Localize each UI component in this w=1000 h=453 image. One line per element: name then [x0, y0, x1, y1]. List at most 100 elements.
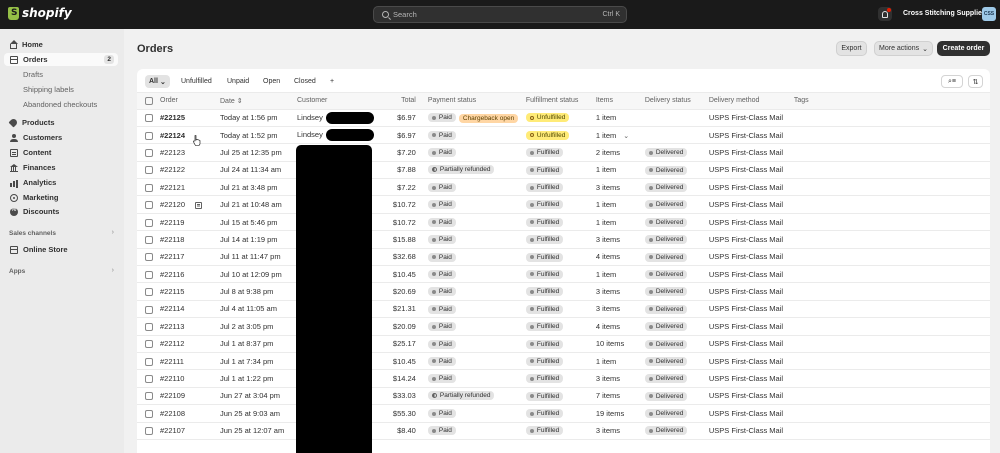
row-select-cell[interactable] [137, 178, 160, 197]
order-number[interactable]: #22115 [160, 287, 184, 296]
order-number-cell[interactable]: #22109 [160, 387, 220, 406]
apps-heading[interactable]: Apps [9, 268, 25, 275]
table-row[interactable]: #22107 Jun 25 at 12:07 am $8.40 Paid Fulfill… [137, 422, 990, 440]
order-number[interactable]: #22108 [160, 409, 185, 418]
order-number[interactable]: #22121 [160, 183, 185, 192]
row-checkbox[interactable] [145, 375, 153, 384]
tab-unfulfilled[interactable]: Unfulfilled [177, 75, 216, 88]
chevron-right-icon[interactable]: › [112, 267, 114, 274]
row-checkbox[interactable] [145, 201, 153, 210]
row-select-cell[interactable] [137, 282, 160, 301]
order-number-cell[interactable]: #22108 [160, 404, 220, 423]
row-select-cell[interactable] [137, 335, 160, 353]
row-select-cell[interactable] [137, 230, 160, 249]
row-checkbox[interactable] [145, 131, 153, 140]
order-number[interactable]: #22111 [160, 357, 184, 366]
row-checkbox[interactable] [145, 427, 153, 436]
order-number-cell[interactable]: #22123 [160, 143, 220, 162]
order-number-cell[interactable]: #22118 [160, 230, 220, 249]
row-checkbox[interactable] [145, 392, 153, 401]
sidebar-item-marketing[interactable]: Marketing [4, 191, 118, 204]
table-row[interactable]: #22113 Jul 2 at 3:05 pm $20.09 Paid Fulfille… [137, 317, 990, 336]
tab-closed[interactable]: Closed [290, 75, 320, 88]
row-checkbox[interactable] [145, 357, 153, 366]
row-select-cell[interactable] [137, 404, 160, 423]
table-row[interactable]: #22109 Jun 27 at 3:04 pm $33.03 Partially r… [137, 387, 990, 406]
row-select-cell[interactable] [137, 143, 160, 162]
row-checkbox[interactable] [145, 322, 153, 331]
sidebar-item-analytics[interactable]: Analytics [4, 176, 118, 189]
table-row[interactable]: #22108 Jun 25 at 9:03 am $55.30 Paid Fulfill… [137, 404, 990, 423]
row-select-cell[interactable] [137, 300, 160, 319]
sidebar-subitem-abandoned-checkouts[interactable]: Abandoned checkouts [23, 100, 97, 109]
tab-unpaid[interactable]: Unpaid [223, 75, 253, 88]
table-row[interactable]: #22118 Jul 14 at 1:19 pm $15.88 Paid Fulfill… [137, 230, 990, 249]
store-name[interactable]: Cross Stitching Supplies [903, 10, 986, 17]
table-row[interactable]: #22119 Jul 15 at 5:46 pm $10.72 Paid Fulfill… [137, 213, 990, 232]
table-row[interactable]: #22110 Jul 1 at 1:22 pm $14.24 Paid Fulfille… [137, 369, 990, 388]
more-actions-button[interactable]: More actions ⌄ [874, 41, 933, 56]
table-row[interactable]: #22115 Jul 8 at 9:38 pm $20.69 Paid Fulfille… [137, 282, 990, 301]
sidebar-item-products[interactable]: Products [4, 116, 118, 129]
customer-cell[interactable]: Lindsey [297, 126, 374, 145]
row-select-cell[interactable] [137, 126, 160, 145]
shopify-logo[interactable]: shopify [8, 6, 72, 20]
notifications-button[interactable] [878, 7, 892, 21]
sidebar-item-customers[interactable]: Customers [4, 131, 118, 144]
tab-open[interactable]: Open [259, 75, 284, 88]
row-checkbox[interactable] [145, 253, 153, 262]
row-checkbox[interactable] [145, 235, 153, 244]
row-select-cell[interactable] [137, 387, 160, 406]
order-number[interactable]: #22113 [160, 322, 184, 331]
row-select-cell[interactable] [137, 109, 160, 127]
order-number[interactable]: #22107 [160, 426, 185, 435]
sort-button[interactable]: ⇅ [968, 75, 983, 88]
order-number[interactable]: #22118 [160, 235, 184, 244]
table-row[interactable]: #22122 Jul 24 at 11:34 am $7.88 Partially r… [137, 161, 990, 180]
sidebar-item-online-store[interactable]: Online Store [4, 243, 118, 256]
add-view-button[interactable]: + [326, 75, 338, 88]
row-select-cell[interactable] [137, 369, 160, 388]
order-number[interactable]: #22116 [160, 270, 184, 279]
order-number-cell[interactable]: #22121 [160, 178, 220, 197]
table-row[interactable]: #22116 Jul 10 at 12:09 pm $10.45 Paid Fulfil… [137, 265, 990, 284]
row-select-cell[interactable] [137, 352, 160, 371]
order-number[interactable]: #22110 [160, 374, 184, 383]
order-number-cell[interactable]: #22117 [160, 248, 220, 267]
store-avatar[interactable]: CSS [982, 7, 996, 21]
customer-cell[interactable]: Lindsey [297, 109, 374, 127]
row-select-cell[interactable] [137, 317, 160, 336]
order-number-cell[interactable]: #22112 [160, 335, 220, 353]
order-number-cell[interactable]: #22115 [160, 282, 220, 301]
sidebar-item-discounts[interactable]: Discounts [4, 205, 118, 218]
order-number-cell[interactable]: #22114 [160, 300, 220, 319]
table-row[interactable]: #22121 Jul 21 at 3:48 pm $7.22 Paid Fulfille… [137, 178, 990, 197]
sidebar-item-home[interactable]: Home [4, 38, 118, 51]
order-number[interactable]: #22117 [160, 252, 184, 261]
order-number-cell[interactable]: #22110 [160, 369, 220, 388]
row-checkbox[interactable] [145, 114, 153, 123]
order-number-cell[interactable]: #22122 [160, 161, 220, 180]
sales-channels-heading[interactable]: Sales channels [9, 230, 56, 237]
search-filter-button[interactable]: ⌕≡ [941, 75, 963, 88]
order-number-cell[interactable]: #22113 [160, 317, 220, 336]
customer-name[interactable]: Lindsey [297, 113, 323, 122]
column-header-date[interactable]: Date ⇕ [220, 93, 297, 110]
create-order-button[interactable]: Create order [937, 41, 990, 56]
tab-all[interactable]: All ⌄ [145, 75, 170, 88]
order-number[interactable]: #22124 [160, 131, 185, 140]
row-checkbox[interactable] [145, 166, 153, 175]
row-checkbox[interactable] [145, 305, 153, 314]
row-select-cell[interactable] [137, 195, 160, 214]
table-row[interactable]: #22111 Jul 1 at 7:34 pm $10.45 Paid Fulfille… [137, 352, 990, 371]
items-cell[interactable]: 1 item ⌄ [595, 126, 645, 145]
chevron-down-icon[interactable]: ⌄ [623, 132, 629, 140]
sidebar-subitem-shipping-labels[interactable]: Shipping labels [23, 85, 74, 94]
sidebar-item-orders[interactable]: Orders 2 [4, 53, 118, 66]
table-row[interactable]: #22124 Today at 1:52 pm Lindsey $6.97 Paid Un… [137, 126, 990, 145]
table-row[interactable]: #22112 Jul 1 at 8:37 pm $25.17 Paid Fulfille… [137, 335, 990, 353]
table-row[interactable]: #22125 Today at 1:56 pm Lindsey $6.97 Paid Ch… [137, 109, 990, 127]
export-button[interactable]: Export [836, 41, 867, 56]
table-row[interactable]: #22117 Jul 11 at 11:47 pm $32.68 Paid Fulfil… [137, 248, 990, 267]
chevron-right-icon[interactable]: › [112, 229, 114, 236]
